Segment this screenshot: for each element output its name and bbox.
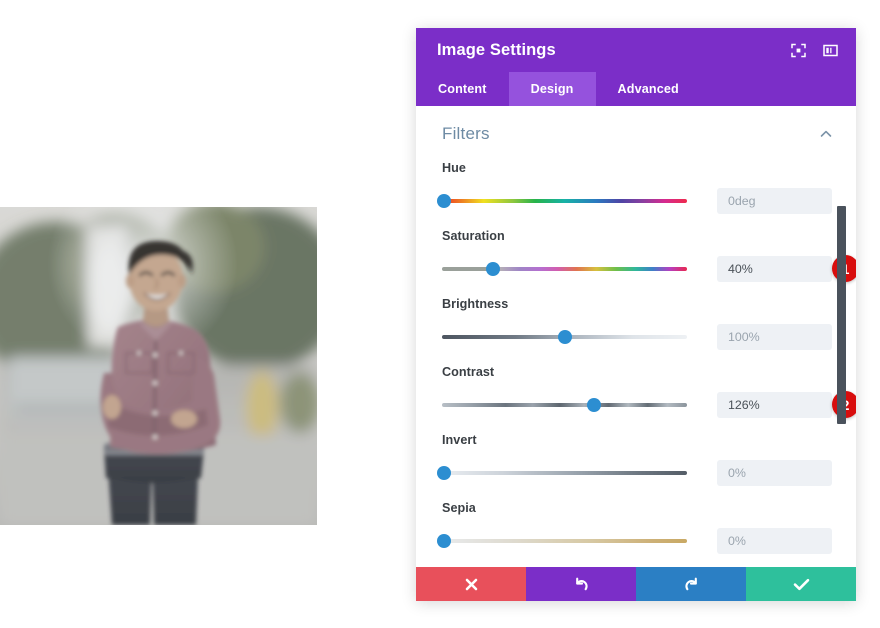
tab-advanced[interactable]: Advanced xyxy=(596,72,701,106)
slider-knob-invert[interactable] xyxy=(437,466,451,480)
filters-section-title: Filters xyxy=(442,124,818,144)
panel-footer xyxy=(416,567,856,601)
filter-row-sepia: Sepia 0% xyxy=(442,501,834,554)
filter-row-brightness: Brightness 100% xyxy=(442,297,834,350)
panel-header-actions xyxy=(791,43,838,58)
value-input-brightness[interactable]: 100% xyxy=(717,324,832,350)
slider-track-saturation xyxy=(442,267,687,271)
close-button[interactable] xyxy=(416,567,526,601)
panel-tabs: Content Design Advanced xyxy=(416,72,856,106)
layout-icon[interactable] xyxy=(823,43,838,58)
slider-track-contrast xyxy=(442,403,687,407)
filter-label-invert: Invert xyxy=(442,433,834,447)
slider-sepia[interactable] xyxy=(442,534,687,548)
panel-scrollbar-thumb[interactable] xyxy=(837,206,846,424)
checkmark-icon xyxy=(793,577,810,592)
value-input-contrast[interactable]: 126% xyxy=(717,392,832,418)
tab-content[interactable]: Content xyxy=(416,72,509,106)
value-input-invert[interactable]: 0% xyxy=(717,460,832,486)
panel-scrollbar-track[interactable] xyxy=(842,106,851,567)
image-preview xyxy=(0,207,317,525)
filter-row-hue: Hue 0deg xyxy=(442,161,834,214)
slider-track-invert xyxy=(442,471,687,475)
value-input-sepia[interactable]: 0% xyxy=(717,528,832,554)
slider-invert[interactable] xyxy=(442,466,687,480)
close-icon xyxy=(464,577,479,592)
slider-track-hue xyxy=(442,199,687,203)
fullscreen-icon[interactable] xyxy=(791,43,806,58)
filters-section-header[interactable]: Filters xyxy=(442,106,834,146)
filter-row-contrast: Contrast 126% 2 xyxy=(442,365,834,418)
tab-design[interactable]: Design xyxy=(509,72,596,106)
slider-saturation[interactable] xyxy=(442,262,687,276)
slider-contrast[interactable] xyxy=(442,398,687,412)
filter-row-invert: Invert 0% xyxy=(442,433,834,486)
filter-label-hue: Hue xyxy=(442,161,834,175)
value-input-hue[interactable]: 0deg xyxy=(717,188,832,214)
slider-track-sepia xyxy=(442,539,687,543)
redo-button[interactable] xyxy=(636,567,746,601)
slider-knob-brightness[interactable] xyxy=(558,330,572,344)
slider-brightness[interactable] xyxy=(442,330,687,344)
screen: Image Settings Content xyxy=(0,0,880,628)
save-button[interactable] xyxy=(746,567,856,601)
slider-knob-hue[interactable] xyxy=(437,194,451,208)
preview-photo xyxy=(0,207,317,525)
panel-title: Image Settings xyxy=(437,41,791,60)
redo-icon xyxy=(683,576,700,593)
chevron-up-icon[interactable] xyxy=(818,126,834,142)
panel-header: Image Settings xyxy=(416,28,856,72)
slider-knob-contrast[interactable] xyxy=(587,398,601,412)
value-input-saturation[interactable]: 40% xyxy=(717,256,832,282)
filter-label-contrast: Contrast xyxy=(442,365,834,379)
slider-knob-sepia[interactable] xyxy=(437,534,451,548)
slider-knob-saturation[interactable] xyxy=(486,262,500,276)
filter-row-saturation: Saturation 40% 1 xyxy=(442,229,834,282)
undo-icon xyxy=(573,576,590,593)
filter-label-sepia: Sepia xyxy=(442,501,834,515)
filter-label-brightness: Brightness xyxy=(442,297,834,311)
panel-body: Filters Hue 0deg xyxy=(416,106,856,567)
filter-label-saturation: Saturation xyxy=(442,229,834,243)
slider-hue[interactable] xyxy=(442,194,687,208)
undo-button[interactable] xyxy=(526,567,636,601)
image-settings-panel: Image Settings Content xyxy=(416,28,856,601)
